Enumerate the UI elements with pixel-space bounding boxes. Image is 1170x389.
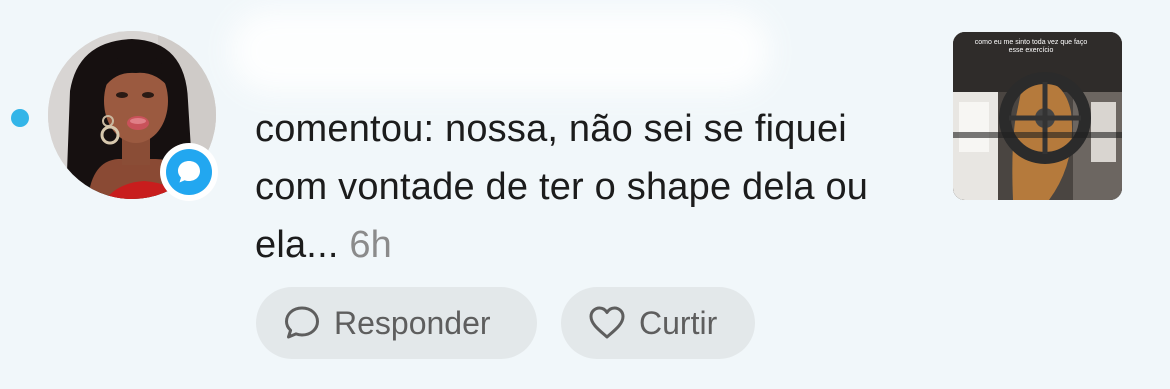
reply-button[interactable]: Responder	[256, 287, 537, 359]
thumbnail-image	[953, 32, 1122, 200]
comment-badge	[160, 143, 218, 201]
comment-text[interactable]: comentou: nossa, não sei se fiquei com v…	[255, 100, 895, 274]
timestamp: 6h	[349, 224, 393, 266]
reply-label: Responder	[334, 304, 491, 341]
username-redacted	[230, 10, 770, 92]
speech-bubble-icon	[280, 301, 324, 345]
like-label: Curtir	[639, 304, 718, 341]
thumbnail-caption: como eu me sinto toda vez que faço esse …	[974, 39, 1088, 54]
heart-icon	[585, 301, 629, 345]
comment-bubble-icon	[178, 161, 200, 183]
like-button[interactable]: Curtir	[561, 287, 755, 359]
comment-body: comentou: nossa, não sei se fiquei com v…	[255, 108, 869, 266]
unread-indicator	[11, 109, 29, 127]
post-thumbnail[interactable]: como eu me sinto toda vez que faço esse …	[953, 32, 1122, 200]
